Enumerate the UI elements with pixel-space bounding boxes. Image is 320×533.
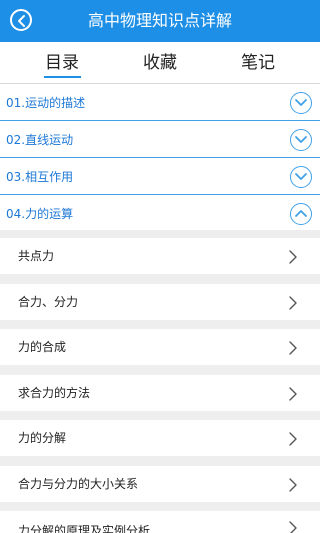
list-item-label: 力分解的原理及实例分析	[18, 524, 151, 533]
chapter-label: 02.直线运动	[6, 133, 74, 147]
tab-bar: 目录 收藏 笔记	[0, 42, 320, 84]
subitem-list: 共点力 合力、分力 力的合成 求合力的方法 力的分解 合力与分力的大小关系 力分…	[0, 230, 320, 533]
chevron-right-icon	[289, 250, 297, 264]
list-item[interactable]: 力的合成	[0, 329, 320, 365]
chapter-label: 03.相互作用	[6, 170, 74, 184]
chevron-down-icon	[290, 129, 312, 151]
chevron-right-icon	[289, 478, 297, 492]
tab-notes[interactable]: 笔记	[218, 42, 298, 84]
list-item[interactable]: 共点力	[0, 238, 320, 274]
chevron-right-icon	[289, 432, 297, 446]
list-item-label: 力的分解	[18, 431, 67, 445]
chevron-right-icon	[289, 521, 297, 533]
tab-favorites[interactable]: 收藏	[120, 42, 200, 84]
list-item[interactable]: 力的分解	[0, 420, 320, 456]
chapter-item[interactable]: 01.运动的描述	[0, 85, 320, 121]
list-item-label: 共点力	[18, 249, 55, 263]
chevron-down-icon	[290, 166, 312, 188]
list-item[interactable]: 求合力的方法	[0, 375, 320, 411]
chapter-label: 04.力的运算	[6, 207, 74, 221]
list-item[interactable]: 合力、分力	[0, 284, 320, 320]
chapter-item-expanded[interactable]: 04.力的运算	[0, 196, 320, 231]
chapter-item[interactable]: 03.相互作用	[0, 159, 320, 195]
list-item-label: 求合力的方法	[18, 386, 91, 400]
list-item[interactable]: 力分解的原理及实例分析	[0, 511, 320, 533]
app-header: 高中物理知识点详解	[0, 0, 320, 42]
chevron-down-icon	[290, 92, 312, 114]
page-title: 高中物理知识点详解	[87, 11, 232, 30]
list-item[interactable]: 合力与分力的大小关系	[0, 466, 320, 502]
active-tab-indicator	[44, 76, 81, 78]
chapter-label: 01.运动的描述	[6, 96, 86, 110]
list-item-label: 合力、分力	[18, 295, 79, 309]
chevron-right-icon	[289, 296, 297, 310]
list-item-label: 合力与分力的大小关系	[18, 477, 139, 491]
list-item-label: 力的合成	[18, 340, 67, 354]
chapter-item[interactable]: 02.直线运动	[0, 122, 320, 158]
chevron-right-icon	[289, 341, 297, 355]
chevron-up-icon	[290, 203, 312, 225]
chevron-right-icon	[289, 387, 297, 401]
